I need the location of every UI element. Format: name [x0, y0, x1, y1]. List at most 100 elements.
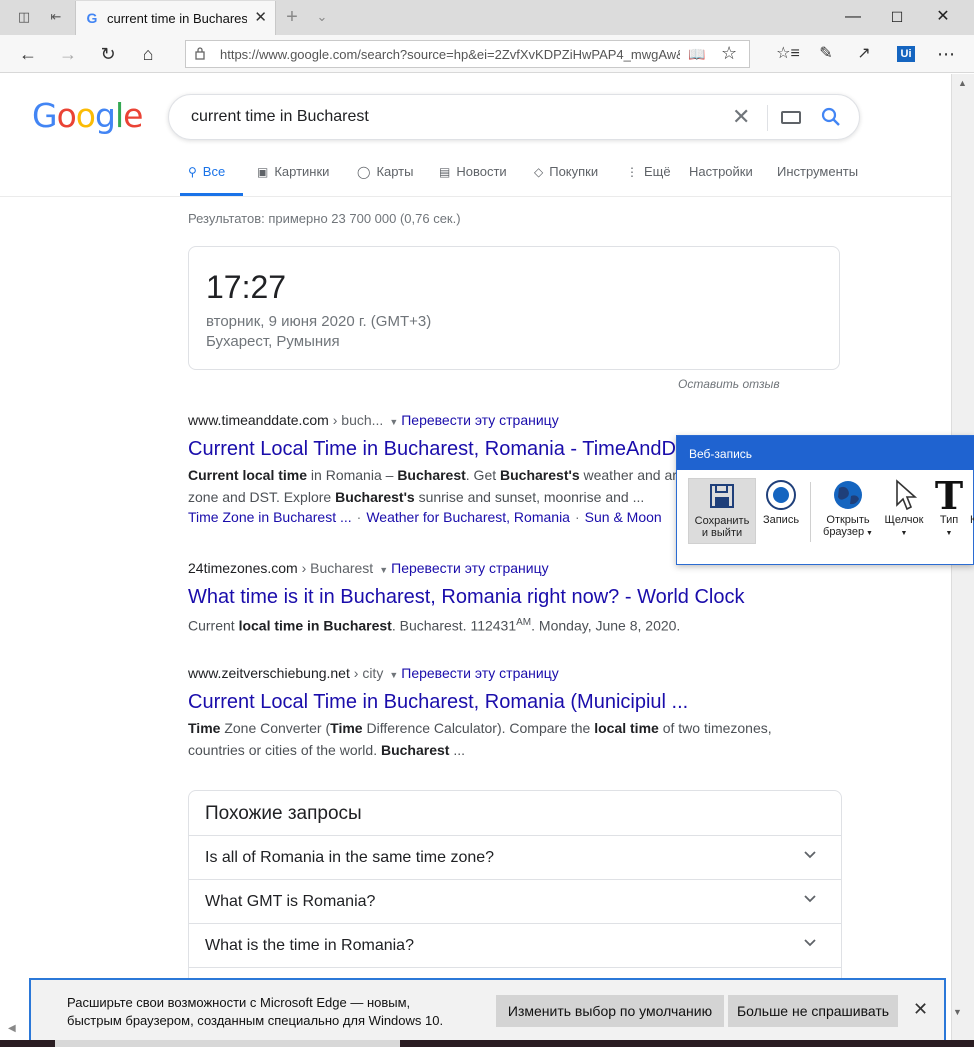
next-button-partial[interactable]: К: [970, 514, 974, 526]
search-tabs: ⚲ Все ▣ Картинки ◯ Карты ▤ Новости ◇ Покупки …: [188, 164, 888, 196]
location: Бухарест, Румыния: [206, 333, 340, 350]
result-cite: www.timeanddate.com › buch... ▼ Перевести …: [188, 412, 788, 432]
uipath-extension-icon[interactable]: Ui: [897, 46, 915, 62]
result-breadcrumb: › Bucharest: [297, 560, 374, 576]
click-button[interactable]: Щелчок ▼: [879, 478, 929, 544]
reading-view-icon[interactable]: 📖: [688, 46, 705, 63]
scroll-left-icon[interactable]: ◀: [8, 1023, 16, 1034]
result-snippet-line2: countries or cities of the world. Buchar…: [188, 742, 466, 758]
search-icon[interactable]: [819, 105, 843, 129]
favorites-list-icon[interactable]: ☆≡: [776, 43, 800, 65]
more-icon: ⋮: [626, 165, 638, 179]
floppy-disk-icon: [710, 484, 734, 508]
search-box[interactable]: current time in Bucharest ✕: [168, 94, 860, 140]
search-result: www.zeitverschiebung.net › city ▼ Перевест…: [188, 665, 788, 761]
feedback-link[interactable]: Оставить отзыв: [678, 377, 780, 391]
clear-search-icon[interactable]: ✕: [732, 104, 750, 130]
record-button[interactable]: Запись: [759, 478, 803, 544]
tab-more[interactable]: ⋮ Ещё: [626, 164, 671, 196]
tab-strip: ◫ ⇤ G current time in Bucharest ✕ + ⌄ — …: [0, 0, 974, 35]
news-icon: ▤: [439, 165, 451, 179]
chevron-down-icon: [804, 939, 816, 947]
result-breadcrumb: › buch...: [328, 412, 384, 428]
logo-letter: g: [94, 96, 116, 135]
tab-preview-chevron-icon[interactable]: ⌄: [312, 8, 332, 26]
minimize-icon[interactable]: —: [830, 0, 876, 34]
more-menu-icon[interactable]: ⋯: [934, 43, 958, 65]
text-type-icon: T: [934, 473, 964, 518]
change-default-button[interactable]: Изменить выбор по умолчанию: [496, 995, 724, 1027]
current-time: 17:27: [206, 269, 287, 305]
cursor-icon: [896, 479, 918, 511]
result-title-link[interactable]: Current Local Time in Bucharest, Romania…: [188, 689, 788, 715]
image-icon: ▣: [257, 165, 269, 179]
notification-message: Расширьте свои возможности с Microsoft E…: [67, 995, 444, 1028]
maximize-icon[interactable]: ☐: [874, 0, 920, 34]
logo-letter: o: [56, 96, 77, 135]
result-snippet: Current local time in Bucharest. Buchare…: [188, 617, 681, 634]
save-and-exit-button[interactable]: Сохранить и выйти: [688, 478, 756, 544]
dropdown-triangle-icon[interactable]: ▼: [379, 565, 388, 575]
tab-images[interactable]: ▣ Картинки: [257, 164, 329, 196]
desktop-strip: [0, 1040, 974, 1047]
lock-icon: [195, 47, 205, 60]
sitelink[interactable]: Time Zone in Bucharest ...: [188, 509, 352, 525]
share-icon[interactable]: ↗: [852, 43, 876, 65]
result-domain: 24timezones.com: [188, 560, 298, 576]
address-bar[interactable]: https://www.google.com/search?source=hp&…: [185, 40, 750, 68]
record-icon: [766, 480, 796, 510]
google-logo[interactable]: Google: [32, 96, 143, 135]
result-cite: www.zeitverschiebung.net › city ▼ Перевест…: [188, 665, 788, 685]
translate-link[interactable]: Перевести эту страницу: [401, 412, 558, 428]
back-arrow-icon[interactable]: ←: [15, 42, 41, 66]
translate-link[interactable]: Перевести эту страницу: [401, 665, 558, 681]
set-aside-tabs-icon[interactable]: ⇤: [46, 8, 66, 26]
favorite-star-icon[interactable]: ☆: [721, 43, 737, 64]
result-title-link[interactable]: What time is it in Bucharest, Romania ri…: [188, 584, 788, 610]
search-input[interactable]: current time in Bucharest: [191, 108, 369, 126]
dropdown-triangle-icon[interactable]: ▼: [389, 417, 398, 427]
google-favicon-icon: G: [86, 10, 98, 26]
tab-shopping[interactable]: ◇ Покупки: [534, 164, 598, 196]
translate-link[interactable]: Перевести эту страницу: [391, 560, 548, 576]
logo-letter: G: [32, 96, 58, 135]
window-close-icon[interactable]: ✕: [920, 0, 966, 34]
home-icon[interactable]: ⌂: [135, 42, 161, 66]
browser-tab[interactable]: G current time in Bucharest ✕: [75, 1, 276, 35]
close-icon[interactable]: ✕: [913, 999, 928, 1020]
tab-settings[interactable]: Настройки: [689, 164, 753, 196]
keyboard-icon[interactable]: [781, 111, 801, 124]
close-tab-icon[interactable]: ✕: [254, 9, 267, 27]
tab-maps[interactable]: ◯ Карты: [357, 164, 413, 196]
logo-letter: l: [114, 96, 124, 135]
logo-letter: o: [75, 96, 96, 135]
web-recorder-panel: Веб-запись Сохранить и выйти Запись Откры…: [676, 435, 974, 565]
tab-actions-icon[interactable]: ◫: [14, 8, 34, 26]
logo-letter: e: [123, 96, 143, 135]
pen-notes-icon[interactable]: ✎: [814, 43, 838, 65]
result-domain: www.zeitverschiebung.net: [188, 665, 350, 681]
chevron-down-icon: [804, 851, 816, 859]
sitelink[interactable]: Weather for Bucharest, Romania: [366, 509, 570, 525]
related-question[interactable]: Is all of Romania in the same time zone?: [189, 835, 841, 879]
new-tab-icon[interactable]: +: [282, 7, 302, 27]
scroll-up-icon[interactable]: ▲: [958, 78, 967, 88]
sitelink[interactable]: Sun & Moon: [585, 509, 662, 525]
tab-news[interactable]: ▤ Новости: [439, 164, 507, 196]
refresh-icon[interactable]: ↻: [95, 42, 121, 66]
related-question[interactable]: What is the time in Romania?: [189, 923, 841, 967]
dont-ask-again-button[interactable]: Больше не спрашивать: [728, 995, 898, 1027]
related-question[interactable]: What GMT is Romania?: [189, 879, 841, 923]
tab-tools[interactable]: Инструменты: [777, 164, 858, 196]
globe-icon: [834, 481, 862, 509]
related-heading: Похожие запросы: [205, 803, 362, 824]
tab-all[interactable]: ⚲ Все: [188, 164, 225, 196]
open-browser-button[interactable]: Открыть браузер ▼: [817, 478, 879, 544]
navigation-bar: ← → ↻ ⌂ https://www.google.com/search?so…: [0, 35, 974, 73]
search-divider: [767, 105, 768, 131]
type-button[interactable]: T Тип ▼: [931, 473, 967, 544]
scroll-down-icon[interactable]: ▼: [953, 1007, 962, 1017]
dropdown-triangle-icon[interactable]: ▼: [389, 670, 398, 680]
current-date: вторник, 9 июня 2020 г. (GMT+3): [206, 313, 432, 330]
forward-arrow-icon[interactable]: →: [55, 42, 81, 66]
